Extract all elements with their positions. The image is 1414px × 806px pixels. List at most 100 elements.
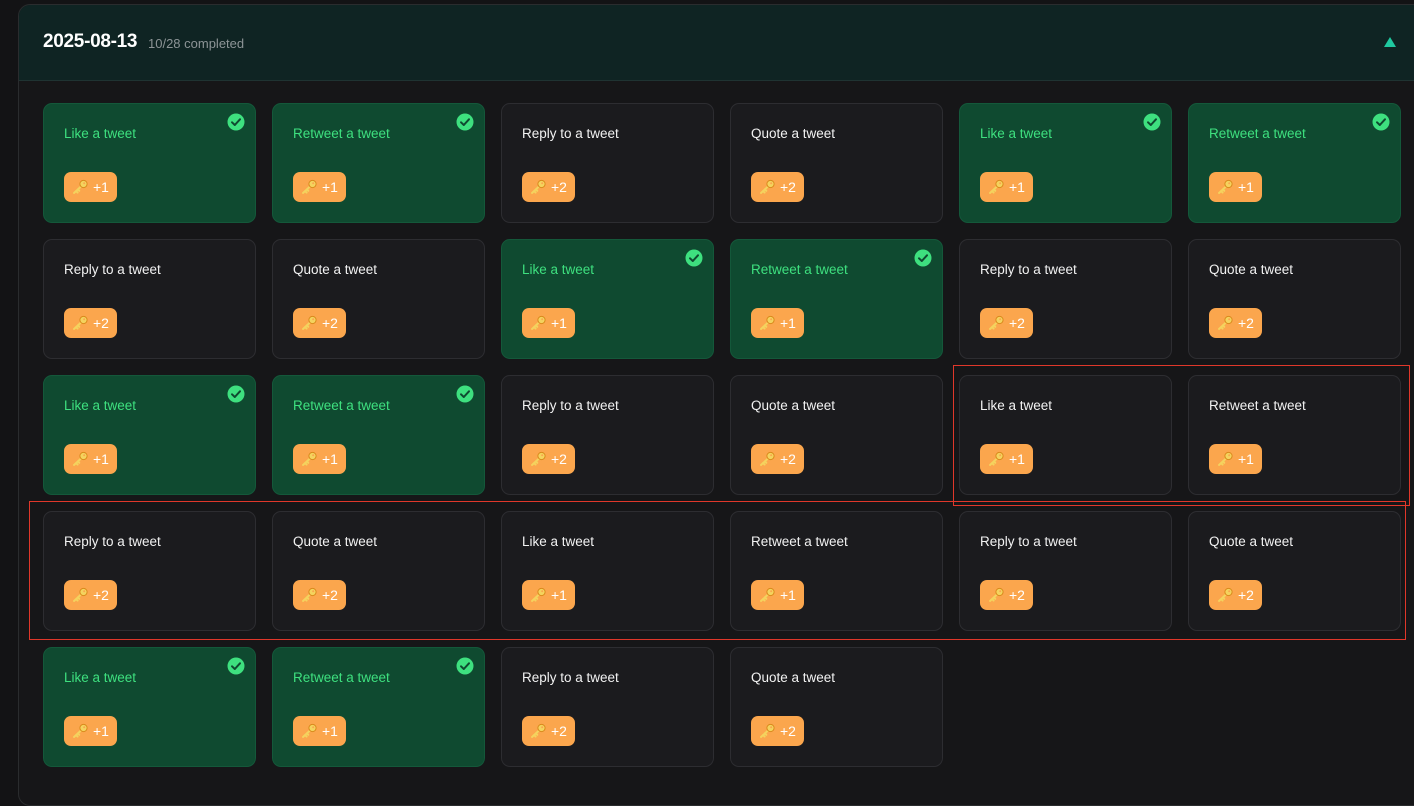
- reward-points: +2: [322, 315, 338, 331]
- task-card[interactable]: Retweet a tweet +1: [1188, 375, 1401, 495]
- reward-points: +1: [93, 179, 109, 195]
- reward-points: +1: [551, 315, 567, 331]
- task-title: Retweet a tweet: [293, 398, 390, 413]
- task-card[interactable]: Retweet a tweet +1: [272, 103, 485, 223]
- task-card[interactable]: Reply to a tweet +2: [501, 103, 714, 223]
- task-card[interactable]: Quote a tweet +2: [1188, 239, 1401, 359]
- triangle-up-icon[interactable]: [1381, 33, 1399, 51]
- key-icon: [531, 315, 546, 330]
- check-circle-icon: [1143, 113, 1161, 131]
- key-icon: [989, 451, 1004, 466]
- check-circle-icon: [227, 385, 245, 403]
- reward-points: +2: [1238, 315, 1254, 331]
- task-title: Retweet a tweet: [1209, 398, 1306, 413]
- reward-badge: +2: [522, 444, 575, 474]
- task-card[interactable]: Retweet a tweet +1: [1188, 103, 1401, 223]
- reward-badge: +2: [64, 308, 117, 338]
- reward-badge: +2: [1209, 308, 1262, 338]
- reward-points: +2: [780, 723, 796, 739]
- task-card[interactable]: Retweet a tweet +1: [730, 511, 943, 631]
- task-card[interactable]: Reply to a tweet +2: [501, 375, 714, 495]
- reward-badge: +1: [64, 716, 117, 746]
- date-title: 2025-08-13: [43, 31, 138, 52]
- key-icon: [73, 179, 88, 194]
- task-grid: Like a tweet +1 Retweet a tweet +1 Reply to …: [43, 103, 1401, 767]
- task-card[interactable]: Like a tweet +1: [501, 511, 714, 631]
- task-card[interactable]: Reply to a tweet +2: [959, 239, 1172, 359]
- task-card[interactable]: Quote a tweet +2: [730, 103, 943, 223]
- reward-badge: +2: [751, 444, 804, 474]
- task-title: Reply to a tweet: [980, 262, 1077, 277]
- task-card[interactable]: Quote a tweet +2: [272, 511, 485, 631]
- key-icon: [73, 451, 88, 466]
- key-icon: [760, 451, 775, 466]
- panel-header[interactable]: 2025-08-13 10/28 completed: [19, 5, 1414, 81]
- key-icon: [760, 179, 775, 194]
- reward-badge: +2: [980, 308, 1033, 338]
- task-card[interactable]: Reply to a tweet +2: [43, 511, 256, 631]
- task-title: Like a tweet: [64, 670, 137, 685]
- reward-badge: +1: [980, 444, 1033, 474]
- reward-points: +1: [1238, 179, 1254, 195]
- task-card[interactable]: Like a tweet +1: [43, 375, 256, 495]
- progress-text: 10/28 completed: [148, 36, 245, 51]
- reward-badge: +2: [293, 580, 346, 610]
- reward-points: +1: [780, 587, 796, 603]
- reward-badge: +1: [293, 716, 346, 746]
- task-card[interactable]: Like a tweet +1: [959, 103, 1172, 223]
- task-title: Quote a tweet: [293, 534, 378, 549]
- reward-points: +2: [551, 451, 567, 467]
- reward-points: +1: [1009, 451, 1025, 467]
- reward-badge: +2: [522, 172, 575, 202]
- key-icon: [302, 315, 317, 330]
- task-title: Like a tweet: [522, 262, 595, 277]
- key-icon: [760, 723, 775, 738]
- task-card[interactable]: Like a tweet +1: [43, 647, 256, 767]
- key-icon: [989, 179, 1004, 194]
- task-title: Like a tweet: [980, 126, 1053, 141]
- reward-badge: +1: [1209, 444, 1262, 474]
- task-card[interactable]: Retweet a tweet +1: [730, 239, 943, 359]
- reward-points: +1: [322, 723, 338, 739]
- task-title: Retweet a tweet: [1209, 126, 1306, 141]
- reward-badge: +1: [751, 580, 804, 610]
- reward-badge: +1: [1209, 172, 1262, 202]
- reward-points: +2: [551, 179, 567, 195]
- task-card[interactable]: Quote a tweet +2: [272, 239, 485, 359]
- task-card[interactable]: Reply to a tweet +2: [501, 647, 714, 767]
- task-card[interactable]: Reply to a tweet +2: [43, 239, 256, 359]
- reward-badge: +2: [980, 580, 1033, 610]
- reward-points: +1: [1009, 179, 1025, 195]
- task-card[interactable]: Like a tweet +1: [501, 239, 714, 359]
- check-circle-icon: [456, 657, 474, 675]
- reward-badge: +1: [522, 580, 575, 610]
- reward-badge: +2: [293, 308, 346, 338]
- task-title: Reply to a tweet: [522, 126, 619, 141]
- task-card[interactable]: Like a tweet +1: [43, 103, 256, 223]
- check-circle-icon: [685, 249, 703, 267]
- task-title: Reply to a tweet: [64, 262, 161, 277]
- task-card[interactable]: Like a tweet +1: [959, 375, 1172, 495]
- reward-points: +1: [93, 723, 109, 739]
- task-title: Quote a tweet: [751, 126, 836, 141]
- check-circle-icon: [456, 113, 474, 131]
- task-card[interactable]: Retweet a tweet +1: [272, 375, 485, 495]
- task-card[interactable]: Quote a tweet +2: [730, 375, 943, 495]
- key-icon: [1218, 315, 1233, 330]
- task-card[interactable]: Quote a tweet +2: [1188, 511, 1401, 631]
- reward-points: +1: [780, 315, 796, 331]
- task-title: Quote a tweet: [751, 398, 836, 413]
- task-card[interactable]: Quote a tweet +2: [730, 647, 943, 767]
- task-title: Quote a tweet: [293, 262, 378, 277]
- key-icon: [531, 179, 546, 194]
- reward-points: +2: [551, 723, 567, 739]
- task-title: Like a tweet: [64, 126, 137, 141]
- key-icon: [73, 315, 88, 330]
- task-card[interactable]: Retweet a tweet +1: [272, 647, 485, 767]
- key-icon: [73, 587, 88, 602]
- task-card[interactable]: Reply to a tweet +2: [959, 511, 1172, 631]
- task-title: Reply to a tweet: [64, 534, 161, 549]
- key-icon: [302, 587, 317, 602]
- task-title: Like a tweet: [64, 398, 137, 413]
- task-title: Like a tweet: [980, 398, 1053, 413]
